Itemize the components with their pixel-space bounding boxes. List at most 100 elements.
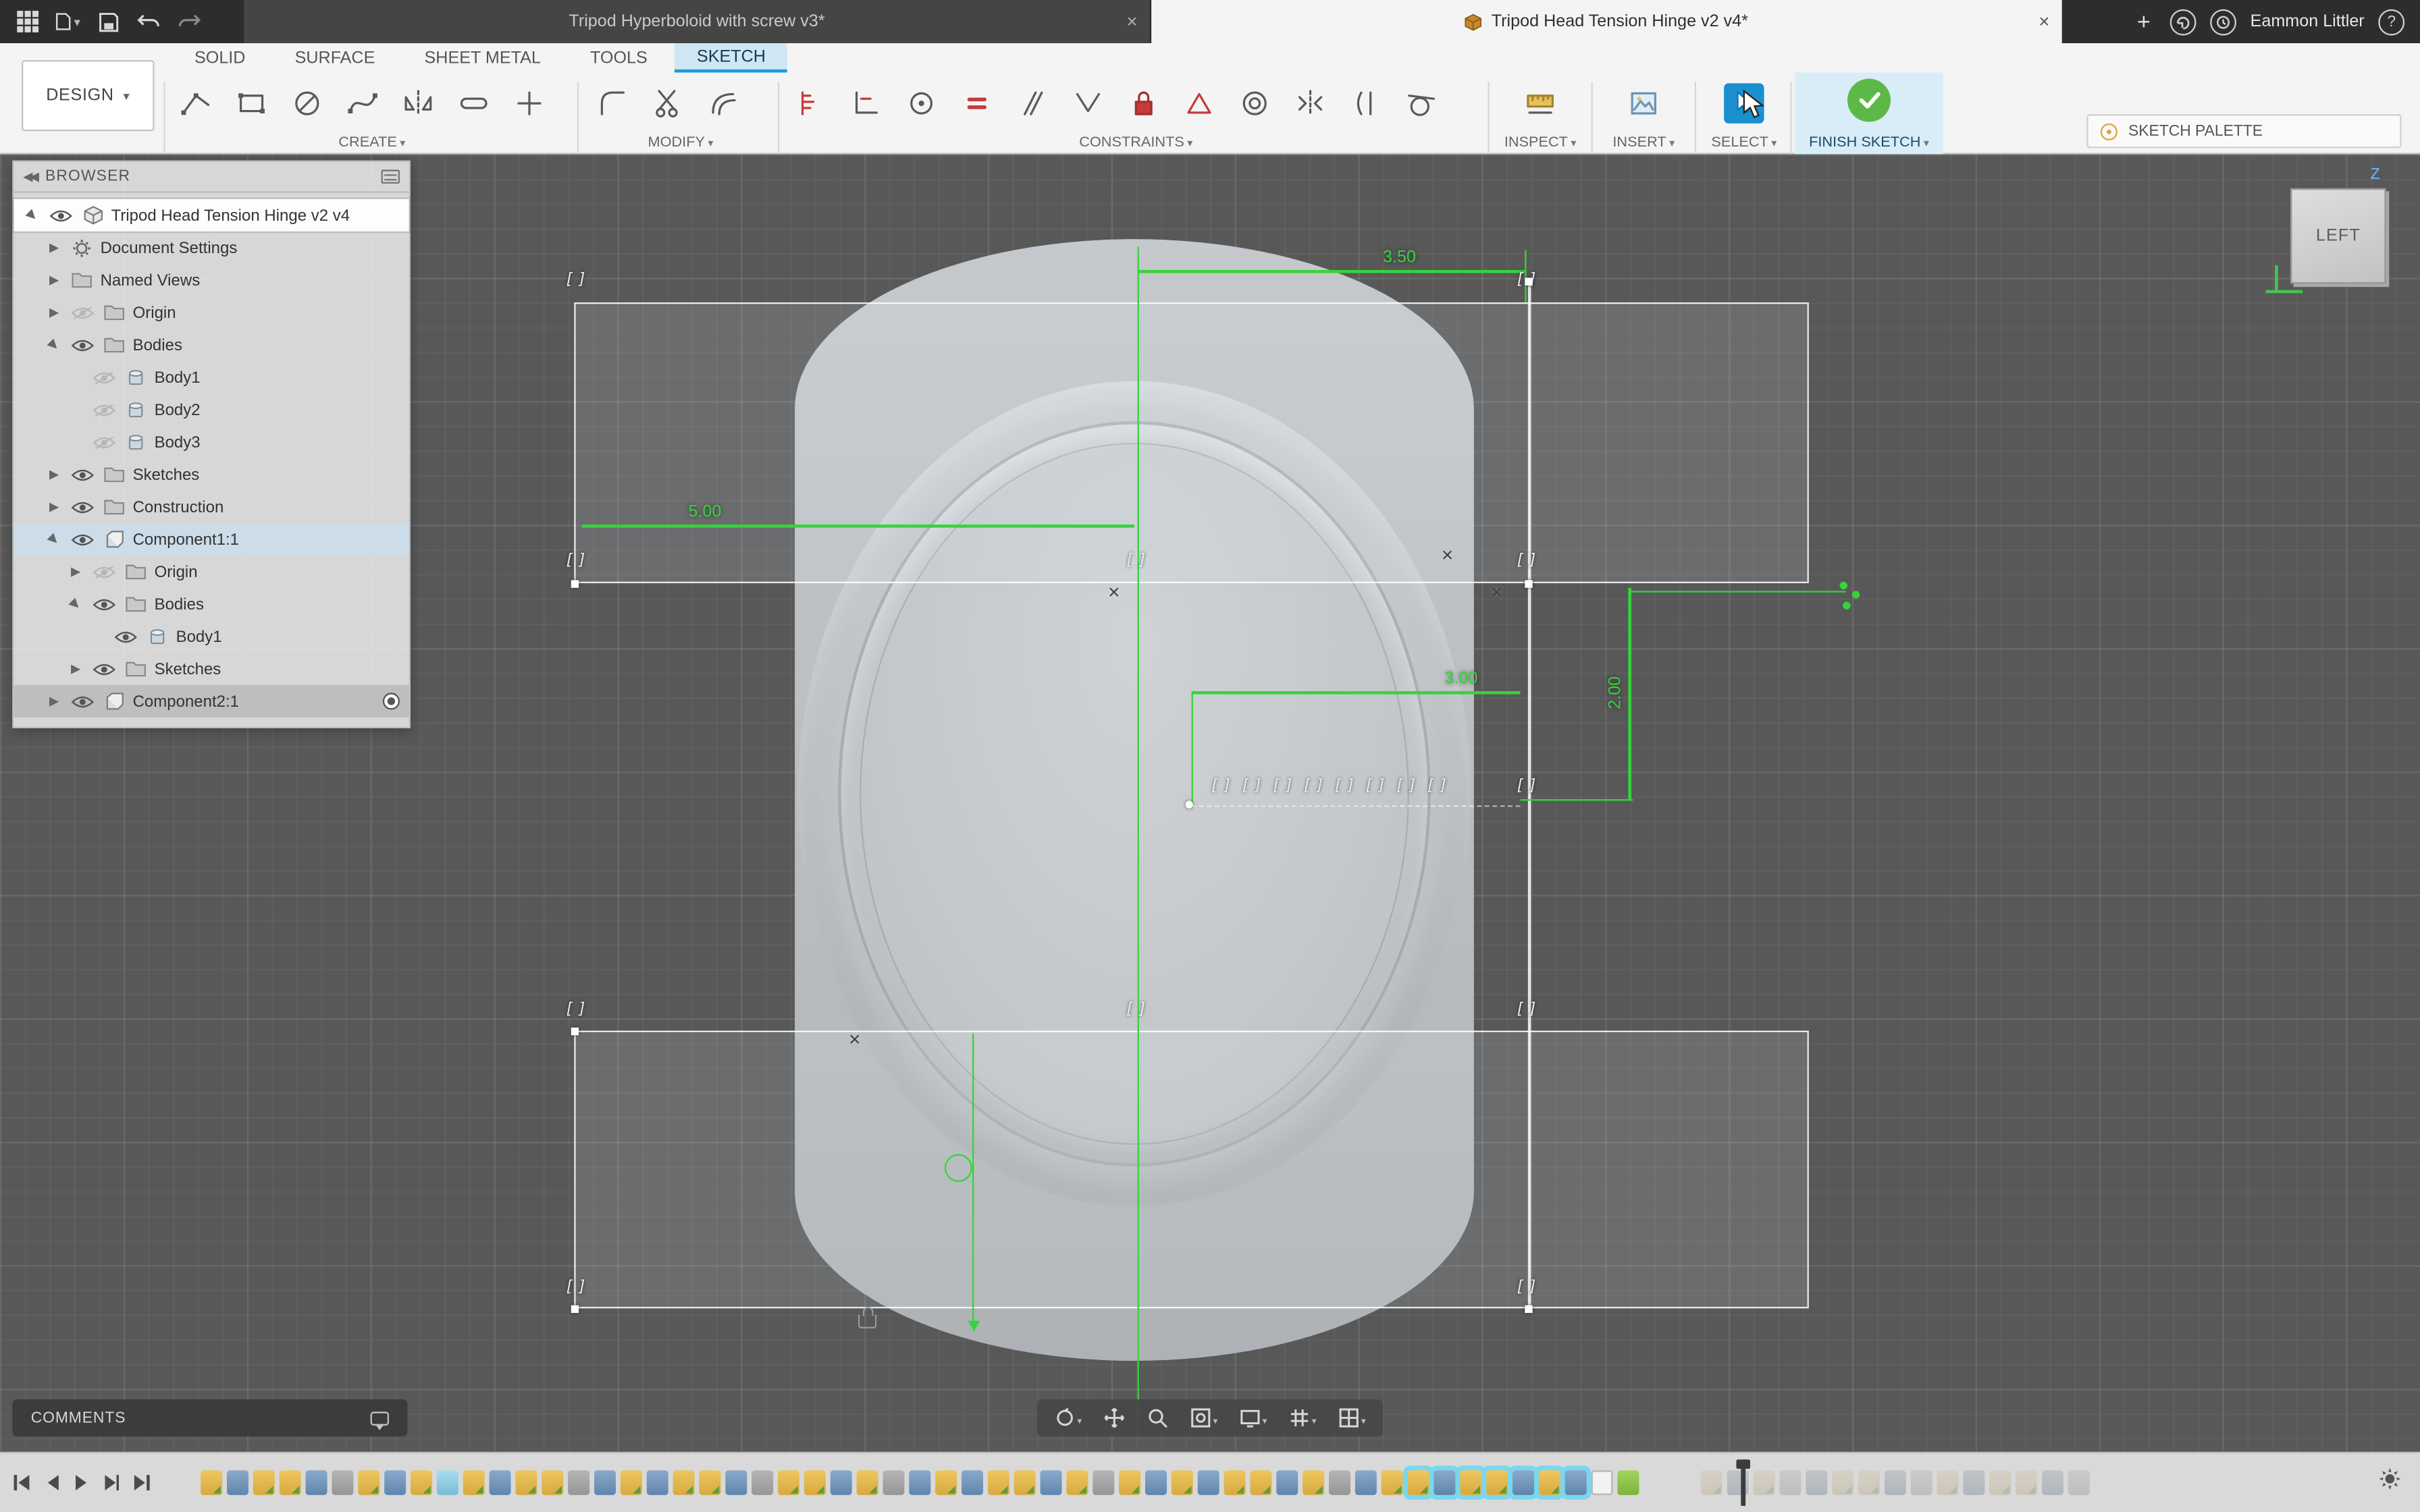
browser-item-origin[interactable]: ▶ Origin	[14, 556, 409, 588]
sketch-feature[interactable]	[253, 1470, 275, 1495]
browser-item-bodies[interactable]: ▶ Bodies	[14, 329, 409, 361]
visibility-eye-icon[interactable]	[91, 661, 117, 676]
browser-item-label[interactable]: Tripod Head Tension Hinge v2 v4	[111, 206, 350, 224]
sketch-feature[interactable]	[620, 1470, 642, 1495]
ground-feature[interactable]	[1617, 1470, 1639, 1495]
save-icon[interactable]	[96, 9, 121, 34]
dimension-line-left[interactable]	[581, 524, 1134, 527]
joint-feature[interactable]	[1910, 1470, 1932, 1495]
visibility-eye-icon[interactable]	[91, 402, 117, 417]
file-menu-icon[interactable]	[55, 9, 80, 34]
skip-to-end-button[interactable]	[133, 1474, 151, 1492]
extrude-feature[interactable]	[226, 1470, 248, 1495]
constraint-glyph[interactable]	[1516, 1001, 1541, 1019]
visibility-eye-icon[interactable]	[113, 628, 139, 644]
tab-solid[interactable]: SOLID	[173, 43, 267, 72]
sketch-feature[interactable]	[856, 1470, 878, 1495]
browser-item-construction[interactable]: ▶ Construction	[14, 491, 409, 523]
create-group-label[interactable]: CREATE	[173, 134, 571, 151]
orbit-icon[interactable]	[1054, 1404, 1082, 1432]
constraint-glyph[interactable]	[565, 552, 590, 570]
browser-item-label[interactable]: Component1:1	[133, 530, 239, 548]
extrude-feature[interactable]	[1963, 1470, 1985, 1495]
sketch-feature[interactable]	[358, 1470, 380, 1495]
joint-feature[interactable]	[568, 1470, 590, 1495]
browser-item-bodies[interactable]: ▶ Bodies	[14, 588, 409, 620]
browser-item-sketches[interactable]: ▶ Sketches	[14, 653, 409, 685]
constraint-glyph[interactable]	[565, 271, 590, 290]
finish-sketch-label[interactable]: FINISH SKETCH	[1795, 134, 1943, 151]
sketch-feature[interactable]	[1014, 1470, 1036, 1495]
browser-item-label[interactable]: Named Views	[101, 271, 201, 289]
sketch-feature[interactable]	[1700, 1470, 1722, 1495]
browser-item-label[interactable]: Construction	[133, 497, 224, 516]
point-tool[interactable]	[506, 80, 553, 127]
extrude-feature[interactable]	[725, 1470, 747, 1495]
sketch-feature[interactable]	[1937, 1470, 1959, 1495]
sketch-point[interactable]	[1851, 591, 1860, 599]
joint-feature[interactable]	[883, 1470, 905, 1495]
sketch-point[interactable]	[1843, 601, 1851, 610]
sketch-feature[interactable]	[1858, 1470, 1880, 1495]
sketch-feature[interactable]	[542, 1470, 564, 1495]
constraint-glyph[interactable]	[1334, 778, 1359, 796]
joint-feature[interactable]	[2068, 1470, 2090, 1495]
browser-item-label[interactable]: Sketches	[133, 465, 200, 483]
browser-item-label[interactable]: Sketches	[155, 659, 221, 678]
constraint-glyph[interactable]	[1125, 552, 1150, 570]
sketch-feature[interactable]	[1250, 1470, 1272, 1495]
sketch-feature[interactable]	[1224, 1470, 1246, 1495]
browser-item-sketches[interactable]: ▶ Sketches	[14, 458, 409, 491]
dimension-value-left[interactable]: 5.00	[688, 503, 721, 521]
view-cube-face[interactable]: LEFT	[2290, 188, 2386, 284]
extrude-feature[interactable]	[961, 1470, 983, 1495]
visibility-eye-icon[interactable]	[91, 369, 117, 385]
app-grid-icon[interactable]	[16, 9, 41, 34]
sketch-handle[interactable]	[1525, 580, 1533, 588]
extrude-feature[interactable]	[1884, 1470, 1906, 1495]
constraint-glyph[interactable]	[565, 1001, 590, 1019]
tab-surface[interactable]: SURFACE	[273, 43, 397, 72]
joint-feature[interactable]	[1779, 1470, 1801, 1495]
tab-tools[interactable]: TOOLS	[569, 43, 669, 72]
browser-item-label[interactable]: Body1	[155, 368, 201, 386]
sketch-feature[interactable]	[777, 1470, 799, 1495]
constraint-glyph[interactable]	[1516, 552, 1541, 570]
sketch-handle[interactable]	[1525, 277, 1533, 286]
constraint-glyph[interactable]	[1241, 778, 1266, 796]
constraint-glyph[interactable]	[1516, 778, 1541, 796]
joint-feature[interactable]	[332, 1470, 354, 1495]
sketch-feature[interactable]	[515, 1470, 537, 1495]
browser-item-body3[interactable]: Body3	[14, 426, 409, 458]
measure-tool[interactable]	[1517, 80, 1564, 127]
collapsed-arrow-icon[interactable]: ▶	[45, 306, 63, 320]
constraint-glyph[interactable]	[1125, 1001, 1150, 1019]
extrude-feature[interactable]	[1806, 1470, 1828, 1495]
extrude-feature[interactable]	[1354, 1470, 1377, 1495]
center-construction-line[interactable]	[1137, 246, 1139, 1435]
sketch-feature[interactable]	[1989, 1470, 2011, 1495]
extrude-feature[interactable]	[1433, 1470, 1456, 1495]
browser-item-label[interactable]: Body2	[155, 400, 201, 418]
extrude-feature[interactable]	[384, 1470, 406, 1495]
browser-item-label[interactable]: Bodies	[133, 335, 182, 354]
extrude-feature[interactable]	[1276, 1470, 1298, 1495]
collapsed-arrow-icon[interactable]: ▶	[45, 695, 63, 709]
visibility-eye-icon[interactable]	[70, 337, 96, 352]
insert-image-tool[interactable]	[1621, 80, 1667, 127]
timeline-settings-gear-icon[interactable]	[2378, 1467, 2401, 1498]
inspect-group-label[interactable]: INSPECT	[1491, 134, 1589, 151]
constraint-glyph[interactable]	[1271, 778, 1296, 796]
browser-item-origin[interactable]: ▶ Origin	[14, 296, 409, 329]
dimension-value-mid[interactable]: 3.00	[1444, 670, 1477, 688]
browser-item-body1[interactable]: Body1	[14, 620, 409, 653]
dimension-line-top[interactable]	[1137, 269, 1525, 273]
sketch-handle[interactable]	[571, 1305, 579, 1314]
sketch-feature[interactable]	[279, 1470, 301, 1495]
extrude-feature[interactable]	[909, 1470, 931, 1495]
construction-line-bottom[interactable]	[972, 1033, 974, 1324]
collapsed-arrow-icon[interactable]: ▶	[45, 468, 63, 482]
dimension-value-top[interactable]: 3.50	[1383, 248, 1416, 267]
document-tab-inactive[interactable]: Tripod Hyperboloid with screw v3*	[244, 0, 1152, 43]
new-tab-icon[interactable]	[2132, 9, 2157, 34]
